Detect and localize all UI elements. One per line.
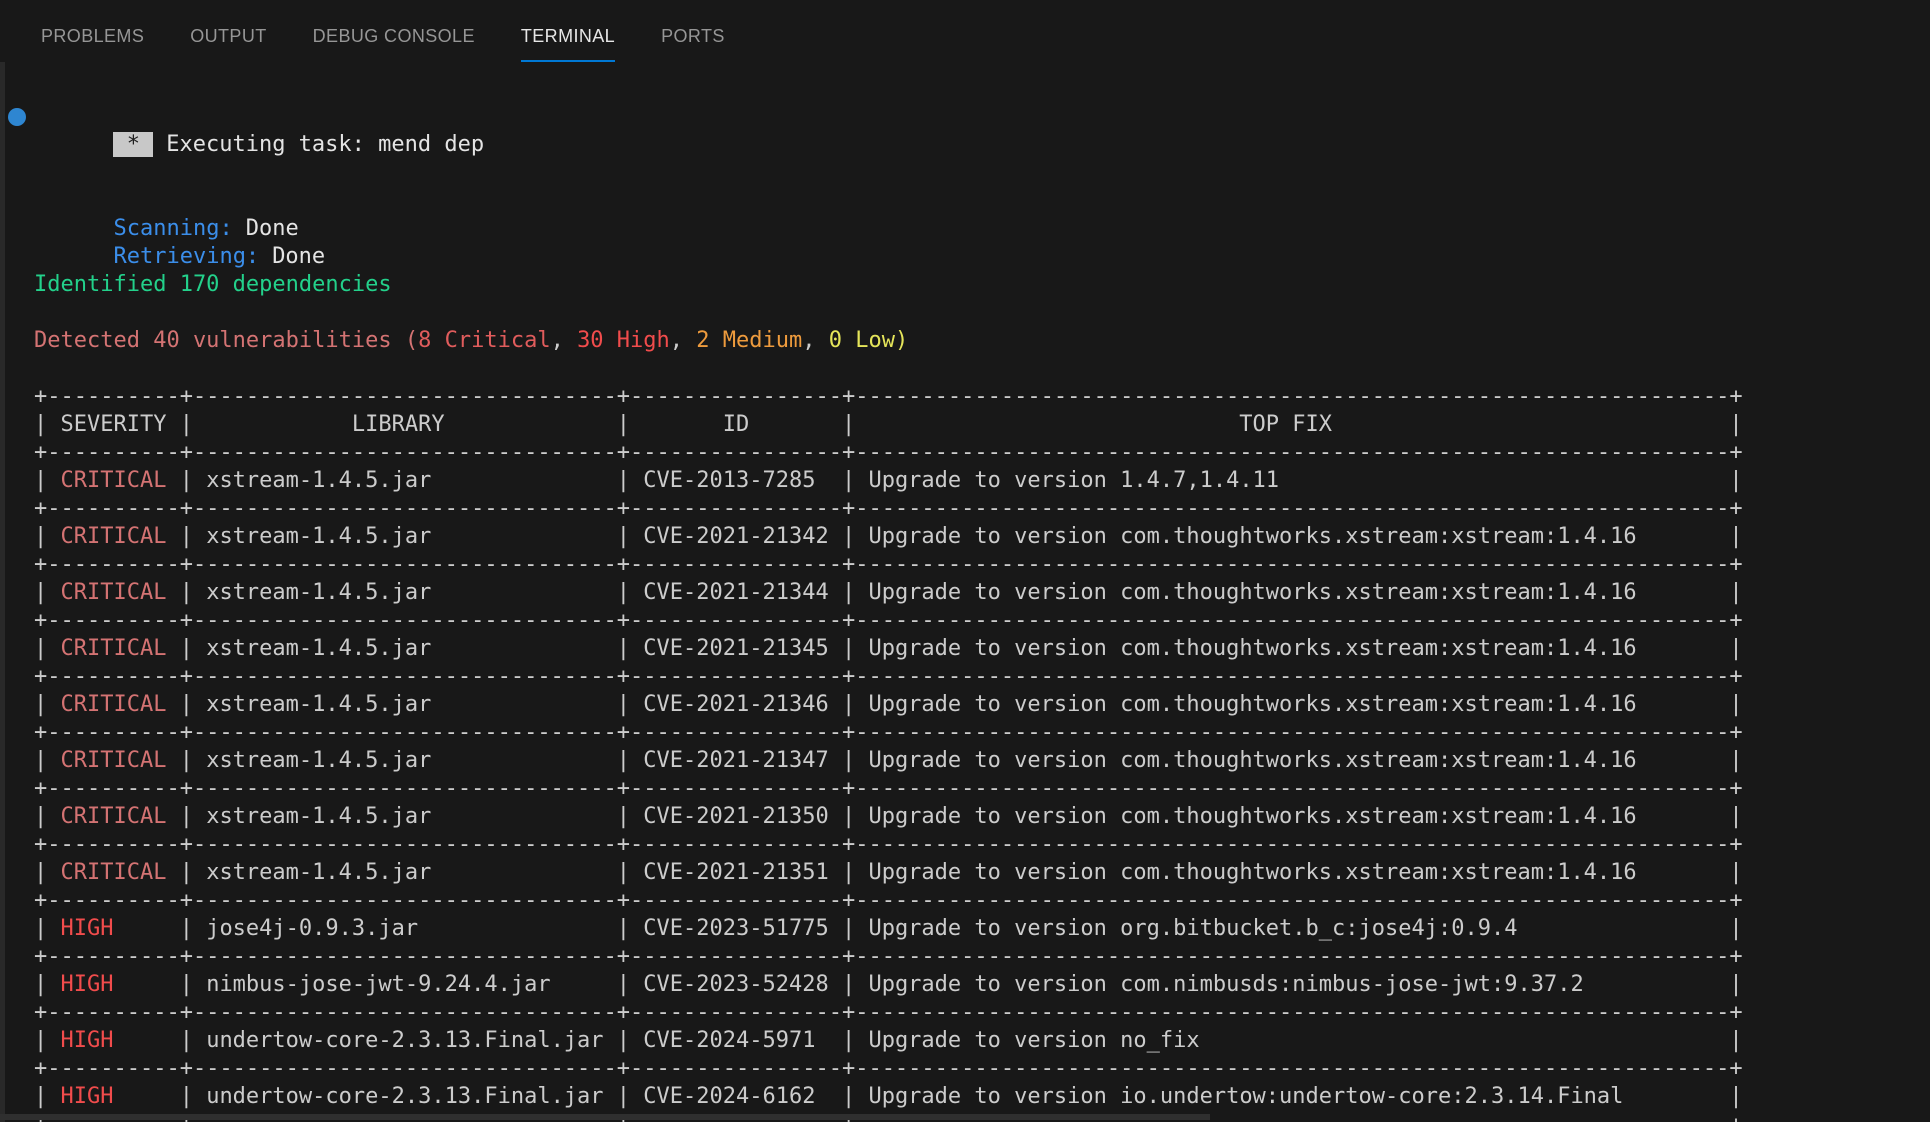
table-border-line: +----------+----------------------------… xyxy=(34,887,1930,915)
status-line-scanning: Scanning:Done xyxy=(34,187,1930,215)
table-cell-border: | xyxy=(34,580,47,605)
row-cells: | xstream-1.4.5.jar | CVE-2021-21350 | U… xyxy=(180,804,1743,829)
table-border-line: +----------+----------------------------… xyxy=(34,551,1930,579)
table-row: | CRITICAL | xstream-1.4.5.jar | CVE-202… xyxy=(34,859,1930,887)
row-cells: | xstream-1.4.5.jar | CVE-2021-21344 | U… xyxy=(180,580,1743,605)
task-line: * Executing task: mend dep xyxy=(34,103,1930,131)
table-row: | HIGH | jose4j-0.9.3.jar | CVE-2023-517… xyxy=(34,915,1930,943)
severity-cell: CRITICAL xyxy=(47,692,179,717)
table-border-line: +----------+----------------------------… xyxy=(34,775,1930,803)
table-row: | CRITICAL | xstream-1.4.5.jar | CVE-202… xyxy=(34,579,1930,607)
panel-tab-bar: PROBLEMS OUTPUT DEBUG CONSOLE TERMINAL P… xyxy=(0,0,1930,62)
table-cell-border: | xyxy=(34,860,47,885)
table-border-line: +----------+----------------------------… xyxy=(34,719,1930,747)
table-cell-border: | xyxy=(34,916,47,941)
horizontal-scrollbar-thumb[interactable] xyxy=(0,1114,1210,1120)
table-cell-border: | xyxy=(34,636,47,661)
row-cells: | undertow-core-2.3.13.Final.jar | CVE-2… xyxy=(180,1028,1743,1053)
table-row: | CRITICAL | xstream-1.4.5.jar | CVE-201… xyxy=(34,467,1930,495)
scanning-label: Scanning: xyxy=(113,216,232,241)
table-row: | CRITICAL | xstream-1.4.5.jar | CVE-202… xyxy=(34,523,1930,551)
tab-terminal[interactable]: TERMINAL xyxy=(521,27,615,62)
table-border-line: +----------+----------------------------… xyxy=(34,383,1930,411)
table-border-line: +----------+----------------------------… xyxy=(34,1055,1930,1083)
row-cells: | nimbus-jose-jwt-9.24.4.jar | CVE-2023-… xyxy=(180,972,1743,997)
table-border-line: +----------+----------------------------… xyxy=(34,943,1930,971)
terminal-output[interactable]: * Executing task: mend dep Scanning:Done… xyxy=(0,62,1930,1122)
detected-segment: 2 Medium xyxy=(696,328,802,353)
row-cells: | xstream-1.4.5.jar | CVE-2021-21345 | U… xyxy=(180,636,1743,661)
table-border-line: +----------+----------------------------… xyxy=(34,439,1930,467)
severity-cell: CRITICAL xyxy=(47,524,179,549)
severity-cell: HIGH xyxy=(47,972,179,997)
tab-debug-console[interactable]: DEBUG CONSOLE xyxy=(313,27,475,62)
row-cells: | xstream-1.4.5.jar | CVE-2021-21346 | U… xyxy=(180,692,1743,717)
table-border-line: +----------+----------------------------… xyxy=(34,607,1930,635)
severity-cell: HIGH xyxy=(47,916,179,941)
row-cells: | undertow-core-2.3.13.Final.jar | CVE-2… xyxy=(180,1084,1743,1109)
severity-cell: CRITICAL xyxy=(47,636,179,661)
command-decoration-icon[interactable] xyxy=(8,108,26,126)
severity-cell: CRITICAL xyxy=(47,860,179,885)
table-row: | CRITICAL | xstream-1.4.5.jar | CVE-202… xyxy=(34,635,1930,663)
table-cell-border: | xyxy=(34,692,47,717)
task-text: Executing task: mend dep xyxy=(166,132,484,157)
severity-cell: CRITICAL xyxy=(47,748,179,773)
detected-segment: , xyxy=(551,328,578,353)
detected-segment: 0 Low xyxy=(829,328,895,353)
table-border-line: +----------+----------------------------… xyxy=(34,831,1930,859)
severity-cell: HIGH xyxy=(47,1084,179,1109)
table-cell-border: | xyxy=(34,1028,47,1053)
row-cells: | xstream-1.4.5.jar | CVE-2021-21351 | U… xyxy=(180,860,1743,885)
detected-segment: , xyxy=(802,328,829,353)
table-border-line: +----------+----------------------------… xyxy=(34,495,1930,523)
severity-cell: CRITICAL xyxy=(47,468,179,493)
table-cell-border: | xyxy=(34,1084,47,1109)
scanning-value: Done xyxy=(246,216,299,241)
severity-cell: CRITICAL xyxy=(47,804,179,829)
table-cell-border: | xyxy=(34,972,47,997)
identified-line: Identified 170 dependencies xyxy=(34,271,1930,299)
table-row: | CRITICAL | xstream-1.4.5.jar | CVE-202… xyxy=(34,691,1930,719)
row-cells: | jose4j-0.9.3.jar | CVE-2023-51775 | Up… xyxy=(180,916,1743,941)
table-border-line: +----------+----------------------------… xyxy=(34,663,1930,691)
table-cell-border: | xyxy=(34,804,47,829)
table-row: | CRITICAL | xstream-1.4.5.jar | CVE-202… xyxy=(34,747,1930,775)
tab-ports[interactable]: PORTS xyxy=(661,27,725,62)
status-line-retrieving: Retrieving:Done xyxy=(34,215,1930,243)
table-cell-border: | xyxy=(34,748,47,773)
detected-segment: ) xyxy=(895,328,908,353)
detected-line: Detected 40 vulnerabilities (8 Critical,… xyxy=(34,327,1930,355)
row-cells: | xstream-1.4.5.jar | CVE-2021-21342 | U… xyxy=(180,524,1743,549)
detected-segment: Detected 40 vulnerabilities ( xyxy=(34,328,418,353)
severity-cell: HIGH xyxy=(47,1028,179,1053)
row-cells: | xstream-1.4.5.jar | CVE-2013-7285 | Up… xyxy=(180,468,1743,493)
table-cell-border: | xyxy=(34,468,47,493)
table-row: | CRITICAL | xstream-1.4.5.jar | CVE-202… xyxy=(34,803,1930,831)
detected-segment: , xyxy=(670,328,697,353)
vulnerability-table: +----------+----------------------------… xyxy=(34,383,1930,1122)
detected-segment: 30 High xyxy=(577,328,670,353)
tab-output[interactable]: OUTPUT xyxy=(190,27,266,62)
table-row: | HIGH | undertow-core-2.3.13.Final.jar … xyxy=(34,1027,1930,1055)
table-header-row: | SEVERITY | LIBRARY | ID | TOP FIX | xyxy=(34,411,1930,439)
table-row: | HIGH | nimbus-jose-jwt-9.24.4.jar | CV… xyxy=(34,971,1930,999)
table-row: | HIGH | undertow-core-2.3.13.Final.jar … xyxy=(34,1083,1930,1111)
tab-problems[interactable]: PROBLEMS xyxy=(41,27,144,62)
task-asterisk-badge: * xyxy=(113,132,153,157)
vscode-bottom-panel: PROBLEMS OUTPUT DEBUG CONSOLE TERMINAL P… xyxy=(0,0,1930,1122)
retrieving-label: Retrieving: xyxy=(113,244,259,269)
table-cell-border: | xyxy=(34,524,47,549)
retrieving-value: Done xyxy=(272,244,325,269)
detected-segment: 8 Critical xyxy=(418,328,550,353)
row-cells: | xstream-1.4.5.jar | CVE-2021-21347 | U… xyxy=(180,748,1743,773)
table-border-line: +----------+----------------------------… xyxy=(34,999,1930,1027)
severity-cell: CRITICAL xyxy=(47,580,179,605)
